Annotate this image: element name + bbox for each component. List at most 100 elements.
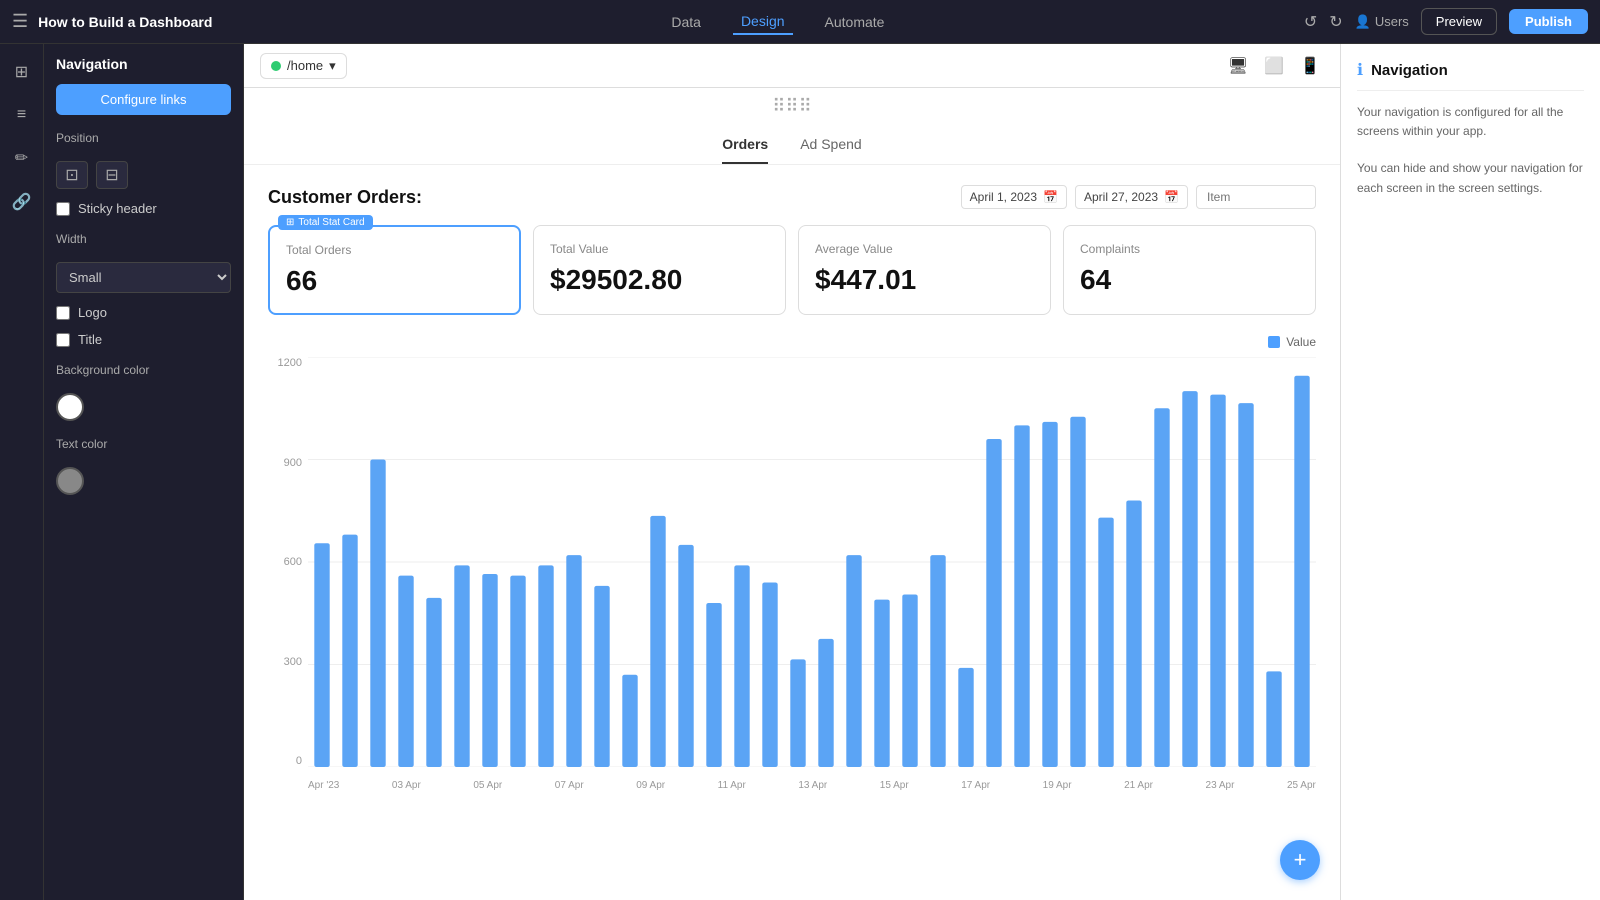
x-label-9: 19 Apr — [1043, 780, 1072, 791]
x-label-2: 05 Apr — [473, 780, 502, 791]
edit-icon[interactable]: ✏ — [9, 142, 34, 174]
tab-design[interactable]: Design — [733, 9, 793, 35]
stat-card-title-3: Complaints — [1080, 242, 1299, 256]
logo-checkbox[interactable] — [56, 306, 70, 320]
main-layout: ⊞ ≡ ✏ 🔗 Navigation Configure links Posit… — [0, 0, 1600, 900]
home-chevron: ▾ — [329, 58, 336, 74]
bg-color-picker[interactable] — [56, 393, 84, 421]
text-color-picker[interactable] — [56, 467, 84, 495]
tablet-icon[interactable]: ⬜ — [1260, 52, 1288, 80]
grid-handle[interactable]: ⠿⠿⠿ — [772, 96, 812, 117]
position-top-button[interactable]: ⊟ — [96, 161, 128, 189]
canvas-device-icons: 🖥 ⬜ 📱 — [1224, 52, 1324, 80]
right-panel-text1: Your navigation is configured for all th… — [1357, 103, 1584, 141]
chart-container: 1200 900 600 300 0 — [268, 357, 1316, 797]
left-panel: Navigation Configure links Position ⊡ ⊟ … — [44, 44, 244, 900]
text-color-label: Text color — [56, 437, 231, 451]
x-label-11: 23 Apr — [1206, 780, 1235, 791]
stat-card-title-2: Average Value — [815, 242, 1034, 256]
topbar: ☰ How to Build a Dashboard Data Design A… — [0, 0, 1600, 44]
stats-header: Customer Orders: April 1, 2023 📅 April 2… — [268, 185, 1316, 209]
date-from-input[interactable]: April 1, 2023 📅 — [961, 185, 1067, 209]
dashboard-inner: ⠿⠿⠿ Orders Ad Spend Customer Orders: Apr… — [244, 88, 1340, 813]
chart-legend: Value — [268, 335, 1316, 349]
position-buttons: ⊡ ⊟ — [56, 161, 231, 189]
components-icon[interactable]: ≡ — [11, 100, 32, 130]
position-left-button[interactable]: ⊡ — [56, 161, 88, 189]
tab-ad-spend[interactable]: Ad Spend — [800, 136, 862, 164]
calendar-to-icon: 📅 — [1164, 190, 1179, 204]
stat-card-value-0: 66 — [286, 265, 503, 297]
stat-card-0[interactable]: ⊞ Total Stat Card Total Orders 66 — [268, 225, 521, 315]
stat-card-3[interactable]: Complaints 64 — [1063, 225, 1316, 315]
tab-data[interactable]: Data — [663, 10, 709, 34]
canvas-area: /home ▾ 🖥 ⬜ 📱 ⠿⠿⠿ Orders Ad Spend — [244, 44, 1340, 900]
info-icon: ℹ — [1357, 60, 1363, 80]
home-dot — [271, 61, 281, 71]
app-title: How to Build a Dashboard — [38, 14, 212, 30]
stat-card-title-0: Total Orders — [286, 243, 503, 257]
x-label-6: 13 Apr — [798, 780, 827, 791]
sticky-header-checkbox[interactable] — [56, 202, 70, 216]
bar-chart-svg — [308, 357, 1316, 767]
right-panel-title: Navigation — [1371, 62, 1448, 79]
link-icon[interactable]: 🔗 — [6, 186, 38, 218]
dashboard: ⠿⠿⠿ Orders Ad Spend Customer Orders: Apr… — [244, 88, 1340, 900]
undo-icon[interactable]: ↺ — [1304, 12, 1317, 32]
menu-icon[interactable]: ☰ — [12, 11, 28, 32]
date-to-input[interactable]: April 27, 2023 📅 — [1075, 185, 1188, 209]
users-button[interactable]: 👤 Users — [1355, 14, 1409, 30]
panel-title: Navigation — [56, 56, 231, 72]
dashboard-tabs: Orders Ad Spend — [244, 120, 1340, 165]
tab-automate[interactable]: Automate — [817, 10, 893, 34]
stat-card-value-1: $29502.80 — [550, 264, 769, 296]
topbar-left: ☰ How to Build a Dashboard — [12, 11, 252, 32]
y-label-0: 0 — [296, 755, 302, 767]
preview-button[interactable]: Preview — [1421, 8, 1497, 35]
date-to-value: April 27, 2023 — [1084, 190, 1158, 204]
topbar-center: Data Design Automate — [252, 9, 1304, 35]
stat-cards: ⊞ Total Stat Card Total Orders 66 Total … — [268, 225, 1316, 315]
bg-color-label: Background color — [56, 363, 231, 377]
date-filters: April 1, 2023 📅 April 27, 2023 📅 — [961, 185, 1316, 209]
publish-button[interactable]: Publish — [1509, 9, 1588, 34]
icon-rail: ⊞ ≡ ✏ 🔗 — [0, 44, 44, 900]
configure-links-button[interactable]: Configure links — [56, 84, 231, 115]
width-label: Width — [56, 232, 231, 246]
right-panel: ℹ Navigation Your navigation is configur… — [1340, 44, 1600, 900]
x-label-4: 09 Apr — [636, 780, 665, 791]
date-from-value: April 1, 2023 — [970, 190, 1037, 204]
layers-icon[interactable]: ⊞ — [9, 56, 34, 88]
title-label: Title — [78, 332, 102, 347]
sticky-header-row: Sticky header — [56, 201, 231, 216]
mobile-icon[interactable]: 📱 — [1296, 52, 1324, 80]
y-axis: 1200 900 600 300 0 — [268, 357, 308, 767]
stats-title: Customer Orders: — [268, 187, 422, 208]
calendar-from-icon: 📅 — [1043, 190, 1058, 204]
title-checkbox[interactable] — [56, 333, 70, 347]
x-axis: Apr '23 03 Apr 05 Apr 07 Apr 09 Apr 11 A… — [308, 773, 1316, 797]
redo-icon[interactable]: ↻ — [1329, 12, 1342, 32]
desktop-icon[interactable]: 🖥 — [1224, 52, 1252, 80]
right-panel-header: ℹ Navigation — [1357, 60, 1584, 91]
tab-orders[interactable]: Orders — [722, 136, 768, 164]
user-icon: 👤 — [1355, 14, 1371, 30]
y-label-300: 300 — [284, 656, 302, 668]
y-label-1200: 1200 — [278, 357, 302, 369]
canvas-toolbar: /home ▾ 🖥 ⬜ 📱 — [244, 44, 1340, 88]
item-search-input[interactable] — [1196, 185, 1316, 209]
x-label-10: 21 Apr — [1124, 780, 1153, 791]
add-button[interactable]: + — [1280, 840, 1320, 880]
stats-area: Customer Orders: April 1, 2023 📅 April 2… — [244, 165, 1340, 327]
width-select[interactable]: Small Medium Large — [56, 262, 231, 293]
stat-card-2[interactable]: Average Value $447.01 — [798, 225, 1051, 315]
x-label-8: 17 Apr — [961, 780, 990, 791]
x-label-5: 11 Apr — [718, 780, 746, 791]
logo-row: Logo — [56, 305, 231, 320]
home-badge[interactable]: /home ▾ — [260, 53, 347, 79]
home-path: /home — [287, 58, 323, 73]
users-label: Users — [1375, 14, 1409, 29]
sticky-header-label: Sticky header — [78, 201, 157, 216]
stat-card-value-2: $447.01 — [815, 264, 1034, 296]
stat-card-1[interactable]: Total Value $29502.80 — [533, 225, 786, 315]
